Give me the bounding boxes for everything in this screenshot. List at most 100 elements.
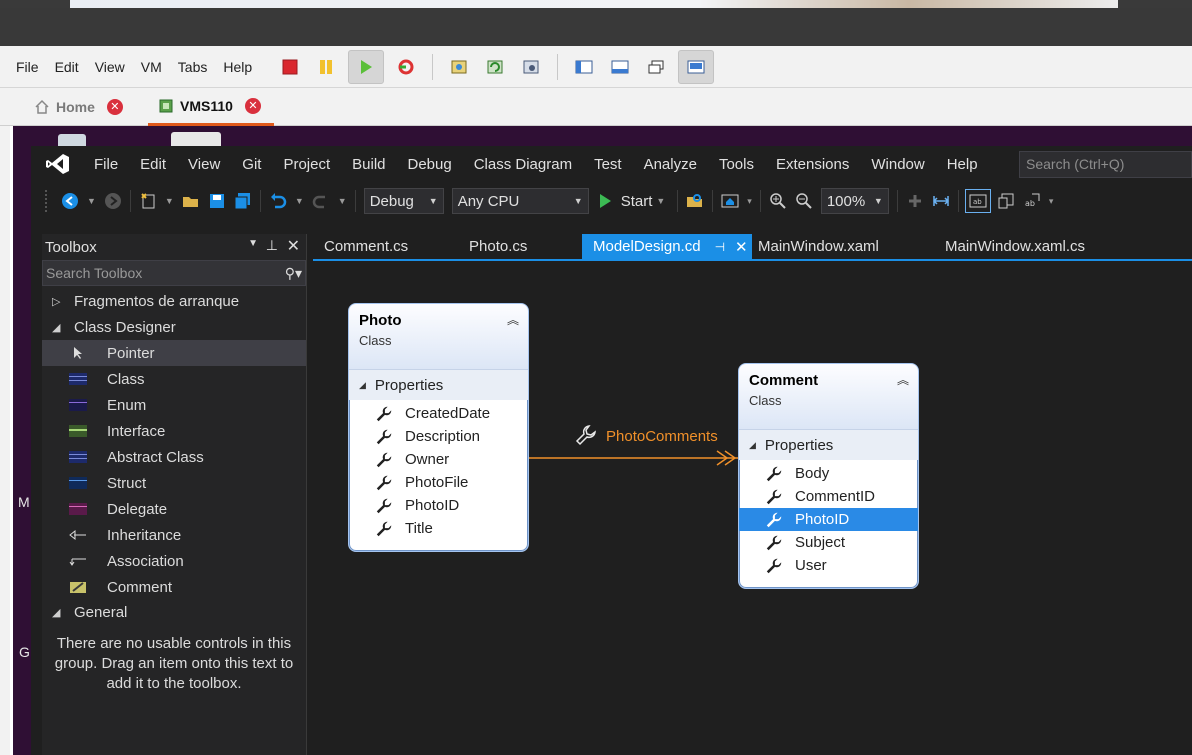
vm-menu-view[interactable]: View bbox=[87, 59, 133, 75]
vs-menu-view[interactable]: View bbox=[177, 156, 231, 173]
show-type-button[interactable] bbox=[995, 190, 1017, 212]
pin-icon[interactable]: ⊣ bbox=[715, 240, 725, 254]
toolbar-grip[interactable] bbox=[45, 190, 57, 212]
close-icon[interactable]: ✕ bbox=[735, 238, 748, 256]
start-button[interactable]: Start ▼ bbox=[597, 193, 670, 210]
vs-menu-build[interactable]: Build bbox=[341, 156, 396, 173]
tab-vms110[interactable]: VMS110 ✕ bbox=[148, 88, 274, 126]
vs-menu-extensions[interactable]: Extensions bbox=[765, 156, 860, 173]
desktop-icon[interactable] bbox=[58, 134, 86, 146]
vs-menu-window[interactable]: Window bbox=[860, 156, 935, 173]
tab-home[interactable]: Home ✕ bbox=[34, 88, 123, 126]
toolbox-group-class-designer[interactable]: ◢ Class Designer bbox=[42, 314, 306, 340]
toolbox-group-fragmentos[interactable]: ▷ Fragmentos de arranque bbox=[42, 288, 306, 314]
vs-menu-file[interactable]: File bbox=[83, 156, 129, 173]
property-title[interactable]: Title bbox=[349, 517, 528, 540]
property-body[interactable]: Body bbox=[739, 462, 918, 485]
vm-menu-tabs[interactable]: Tabs bbox=[170, 59, 216, 75]
zoom-select[interactable]: 100% ▼ bbox=[820, 188, 889, 214]
close-icon[interactable]: ✕ bbox=[106, 99, 123, 115]
collapse-icon[interactable]: ︽ bbox=[897, 371, 909, 388]
toolbox-item-association[interactable]: Association bbox=[42, 548, 306, 574]
doc-tab-mainwindow-xaml[interactable]: MainWindow.xaml bbox=[747, 234, 890, 259]
property-photoid-selected[interactable]: PhotoID bbox=[739, 508, 918, 531]
toolbox-group-general[interactable]: ◢ General bbox=[42, 600, 306, 624]
close-icon[interactable]: ✕ bbox=[287, 236, 300, 256]
class-shape-photo[interactable]: Photo Class ︽ ◢ Properties CreatedDate D… bbox=[348, 303, 529, 552]
toolbox-item-inheritance[interactable]: Inheritance bbox=[42, 522, 306, 548]
navigate-forward-button[interactable] bbox=[102, 190, 124, 212]
vs-menu-git[interactable]: Git bbox=[231, 156, 272, 173]
zoom-out-button[interactable] bbox=[793, 190, 815, 212]
toolbox-item-delegate[interactable]: Delegate bbox=[42, 496, 306, 522]
toolbox-item-interface[interactable]: Interface bbox=[42, 418, 306, 444]
property-user[interactable]: User bbox=[739, 554, 918, 577]
vs-menu-project[interactable]: Project bbox=[272, 156, 341, 173]
collapse-icon[interactable]: ︽ bbox=[507, 311, 519, 328]
thumbnail-bar-button[interactable] bbox=[606, 53, 634, 81]
property-createddate[interactable]: CreatedDate bbox=[349, 402, 528, 425]
chevron-down-icon[interactable]: ▼ bbox=[338, 196, 347, 206]
show-name-button[interactable]: ab bbox=[964, 189, 991, 213]
desktop-icon[interactable] bbox=[171, 132, 221, 146]
chevron-down-icon[interactable]: ▾ bbox=[747, 196, 752, 207]
doc-tab-comment-cs[interactable]: Comment.cs bbox=[313, 234, 419, 259]
toolbox-item-abstract-class[interactable]: Abstract Class bbox=[42, 444, 306, 470]
search-icon[interactable]: ⚲▾ bbox=[285, 265, 302, 282]
save-all-button[interactable] bbox=[232, 190, 254, 212]
association-label[interactable]: PhotoComments bbox=[606, 428, 718, 445]
show-signature-button[interactable]: ab bbox=[1021, 190, 1043, 212]
property-photoid[interactable]: PhotoID bbox=[349, 494, 528, 517]
vs-menu-analyze[interactable]: Analyze bbox=[633, 156, 708, 173]
zoom-in-button[interactable] bbox=[767, 190, 789, 212]
vs-search-input[interactable]: Search (Ctrl+Q) bbox=[1019, 151, 1192, 178]
new-project-button[interactable] bbox=[137, 190, 159, 212]
adjust-width-button[interactable] bbox=[930, 190, 952, 212]
close-icon[interactable]: ✕ bbox=[244, 97, 261, 114]
property-commentid[interactable]: CommentID bbox=[739, 485, 918, 508]
properties-section[interactable]: ◢ Properties bbox=[349, 370, 528, 400]
reset-button[interactable] bbox=[392, 53, 420, 81]
power-on-button[interactable] bbox=[348, 49, 385, 84]
solution-configuration-select[interactable]: Debug ▼ bbox=[363, 188, 444, 214]
navigate-back-button[interactable] bbox=[59, 190, 81, 212]
chevron-down-icon[interactable]: ▼ bbox=[656, 196, 665, 206]
snapshot-button[interactable] bbox=[445, 53, 473, 81]
vs-menu-help[interactable]: Help bbox=[936, 156, 989, 173]
vs-menu-edit[interactable]: Edit bbox=[129, 156, 177, 173]
class-diagram-canvas[interactable]: PhotoComments Photo Class ︽ ◢ Properties… bbox=[313, 261, 1192, 755]
power-off-button[interactable] bbox=[276, 53, 304, 81]
vm-menu-help[interactable]: Help bbox=[215, 59, 260, 75]
full-screen-button[interactable] bbox=[678, 49, 715, 84]
doc-tab-photo-cs[interactable]: Photo.cs bbox=[458, 234, 538, 259]
chevron-down-icon[interactable]: ▼ bbox=[165, 196, 174, 206]
toolbox-item-pointer[interactable]: Pointer bbox=[42, 340, 306, 366]
solution-platform-select[interactable]: Any CPU ▼ bbox=[451, 188, 589, 214]
save-button[interactable] bbox=[206, 190, 228, 212]
vs-menu-tools[interactable]: Tools bbox=[708, 156, 765, 173]
vs-menu-test[interactable]: Test bbox=[583, 156, 633, 173]
undo-button[interactable] bbox=[267, 190, 289, 212]
toolbox-item-struct[interactable]: Struct bbox=[42, 470, 306, 496]
property-description[interactable]: Description bbox=[349, 425, 528, 448]
chevron-down-icon[interactable]: ▼ bbox=[87, 196, 96, 206]
revert-snapshot-button[interactable] bbox=[481, 53, 509, 81]
doc-tab-modeldesign-cd[interactable]: ModelDesign.cd ⊣ ✕ bbox=[582, 234, 752, 259]
snapshot-manager-button[interactable] bbox=[517, 53, 545, 81]
class-shape-comment[interactable]: Comment Class ︽ ◢ Properties Body Commen… bbox=[738, 363, 919, 589]
property-owner[interactable]: Owner bbox=[349, 448, 528, 471]
unity-button[interactable] bbox=[642, 53, 670, 81]
vm-menu-vm[interactable]: VM bbox=[133, 59, 170, 75]
properties-section[interactable]: ◢ Properties bbox=[739, 430, 918, 460]
layout-diagram-button[interactable] bbox=[719, 190, 741, 212]
toolbox-item-comment[interactable]: Comment bbox=[42, 574, 306, 600]
vm-menu-edit[interactable]: Edit bbox=[47, 59, 87, 75]
vs-menu-debug[interactable]: Debug bbox=[397, 156, 463, 173]
doc-tab-mainwindow-xaml-cs[interactable]: MainWindow.xaml.cs bbox=[934, 234, 1096, 259]
redo-button[interactable] bbox=[310, 190, 332, 212]
property-subject[interactable]: Subject bbox=[739, 531, 918, 554]
suspend-button[interactable] bbox=[312, 53, 340, 81]
layout-shapes-button[interactable] bbox=[904, 190, 926, 212]
pin-icon[interactable]: ⊥ bbox=[266, 237, 278, 254]
chevron-down-icon[interactable]: ▼ bbox=[295, 196, 304, 206]
